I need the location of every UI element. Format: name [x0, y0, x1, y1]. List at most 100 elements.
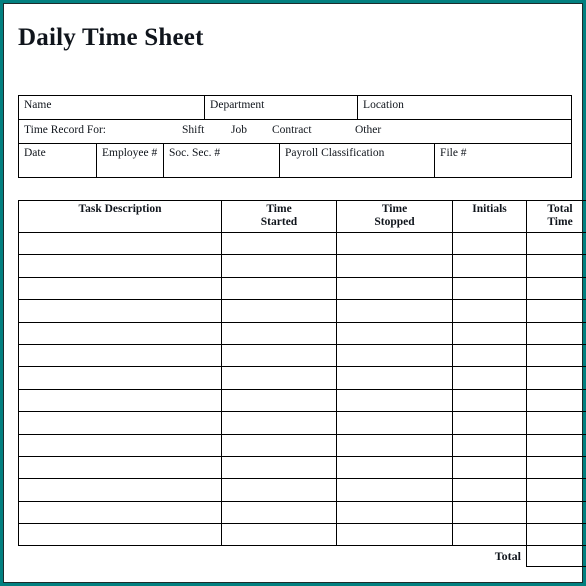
- task-cell[interactable]: [221, 455, 337, 480]
- task-cell[interactable]: [18, 231, 222, 256]
- table-row: [18, 343, 586, 368]
- page-content: Daily Time Sheet Name Department Locatio…: [4, 4, 586, 582]
- daily-time-sheet-page: Daily Time Sheet Name Department Locatio…: [0, 0, 586, 586]
- location-field-cell[interactable]: Location: [357, 95, 573, 120]
- payroll-classification-label: Payroll Classification: [285, 147, 385, 159]
- column-header-time-stopped-line2: Stopped: [374, 216, 415, 228]
- task-cell[interactable]: [221, 433, 337, 457]
- option-other[interactable]: Other: [355, 124, 381, 137]
- task-cell[interactable]: [221, 388, 337, 413]
- page-title: Daily Time Sheet: [18, 24, 204, 51]
- task-cell[interactable]: [526, 500, 586, 525]
- info-row-time-record: Time Record For: Shift Job Contract Othe…: [17, 119, 573, 144]
- task-cell[interactable]: [336, 231, 453, 256]
- option-shift[interactable]: Shift: [182, 124, 204, 137]
- task-cell[interactable]: [336, 254, 453, 278]
- task-cell[interactable]: [18, 500, 222, 525]
- department-field-cell[interactable]: Department: [204, 95, 359, 120]
- task-cell[interactable]: [452, 276, 527, 301]
- task-cell[interactable]: [452, 433, 527, 457]
- task-cell[interactable]: [336, 299, 453, 323]
- task-cell[interactable]: [336, 321, 453, 345]
- task-cell[interactable]: [526, 478, 586, 502]
- task-cell[interactable]: [526, 523, 586, 547]
- task-cell[interactable]: [452, 455, 527, 480]
- task-cell[interactable]: [336, 500, 453, 525]
- ssn-field-cell[interactable]: Soc. Sec. #: [162, 143, 281, 178]
- date-field-cell[interactable]: Date: [18, 143, 97, 178]
- task-cell[interactable]: [18, 276, 222, 301]
- task-cell[interactable]: [526, 366, 586, 390]
- task-cell[interactable]: [452, 478, 527, 502]
- table-row: [18, 455, 586, 480]
- task-cell[interactable]: [526, 299, 586, 323]
- task-cell[interactable]: [18, 366, 222, 390]
- task-cell[interactable]: [18, 411, 222, 435]
- task-cell[interactable]: [526, 455, 586, 480]
- task-cell[interactable]: [526, 433, 586, 457]
- name-label: Name: [24, 99, 52, 111]
- table-row: [18, 411, 586, 435]
- task-cell[interactable]: [452, 523, 527, 547]
- task-cell[interactable]: [452, 231, 527, 256]
- task-cell[interactable]: [452, 500, 527, 525]
- task-cell[interactable]: [18, 299, 222, 323]
- task-cell[interactable]: [18, 523, 222, 547]
- task-cell[interactable]: [336, 478, 453, 502]
- task-cell[interactable]: [336, 411, 453, 435]
- task-cell[interactable]: [452, 254, 527, 278]
- task-cell[interactable]: [221, 254, 337, 278]
- task-cell[interactable]: [336, 433, 453, 457]
- task-cell[interactable]: [18, 433, 222, 457]
- table-row: [18, 321, 586, 345]
- task-cell[interactable]: [526, 388, 586, 413]
- task-cell[interactable]: [452, 366, 527, 390]
- task-cell[interactable]: [336, 343, 453, 368]
- task-cell[interactable]: [18, 321, 222, 345]
- task-cell[interactable]: [221, 343, 337, 368]
- task-table-foot: Total: [19, 545, 586, 568]
- task-cell[interactable]: [452, 388, 527, 413]
- table-row: [18, 523, 586, 547]
- task-cell[interactable]: [221, 500, 337, 525]
- task-table-header-row: Task Description Time Started Time Stopp…: [18, 200, 586, 233]
- task-cell[interactable]: [18, 343, 222, 368]
- task-cell[interactable]: [336, 523, 453, 547]
- task-cell[interactable]: [452, 343, 527, 368]
- payroll-classification-field-cell[interactable]: Payroll Classification: [279, 143, 436, 178]
- time-record-cell[interactable]: Time Record For: Shift Job Contract Othe…: [17, 119, 573, 144]
- task-cell[interactable]: [526, 231, 586, 256]
- task-cell[interactable]: [221, 523, 337, 547]
- task-cell[interactable]: [526, 321, 586, 345]
- task-cell[interactable]: [336, 366, 453, 390]
- task-cell[interactable]: [221, 366, 337, 390]
- file-number-label: File #: [440, 147, 467, 159]
- name-field-cell[interactable]: Name: [17, 95, 206, 120]
- task-cell[interactable]: [221, 411, 337, 435]
- task-cell[interactable]: [526, 411, 586, 435]
- task-cell[interactable]: [336, 276, 453, 301]
- task-cell[interactable]: [18, 388, 222, 413]
- option-contract[interactable]: Contract: [272, 124, 312, 137]
- task-cell[interactable]: [336, 455, 453, 480]
- task-cell[interactable]: [18, 455, 222, 480]
- total-value-cell[interactable]: [526, 545, 586, 568]
- task-cell[interactable]: [452, 299, 527, 323]
- task-cell[interactable]: [336, 388, 453, 413]
- task-cell[interactable]: [221, 478, 337, 502]
- employee-number-field-cell[interactable]: Employee #: [96, 143, 164, 178]
- option-job[interactable]: Job: [231, 124, 247, 137]
- task-cell[interactable]: [526, 343, 586, 368]
- task-cell[interactable]: [452, 321, 527, 345]
- task-cell[interactable]: [18, 254, 222, 278]
- task-cell[interactable]: [221, 321, 337, 345]
- task-cell[interactable]: [526, 276, 586, 301]
- task-cell[interactable]: [526, 254, 586, 278]
- task-cell[interactable]: [221, 299, 337, 323]
- task-cell[interactable]: [221, 231, 337, 256]
- task-cell[interactable]: [18, 478, 222, 502]
- file-number-field-cell[interactable]: File #: [434, 143, 573, 178]
- task-cell[interactable]: [221, 276, 337, 301]
- employee-info-table: Name Department Location Time Record For…: [17, 95, 573, 178]
- task-cell[interactable]: [452, 411, 527, 435]
